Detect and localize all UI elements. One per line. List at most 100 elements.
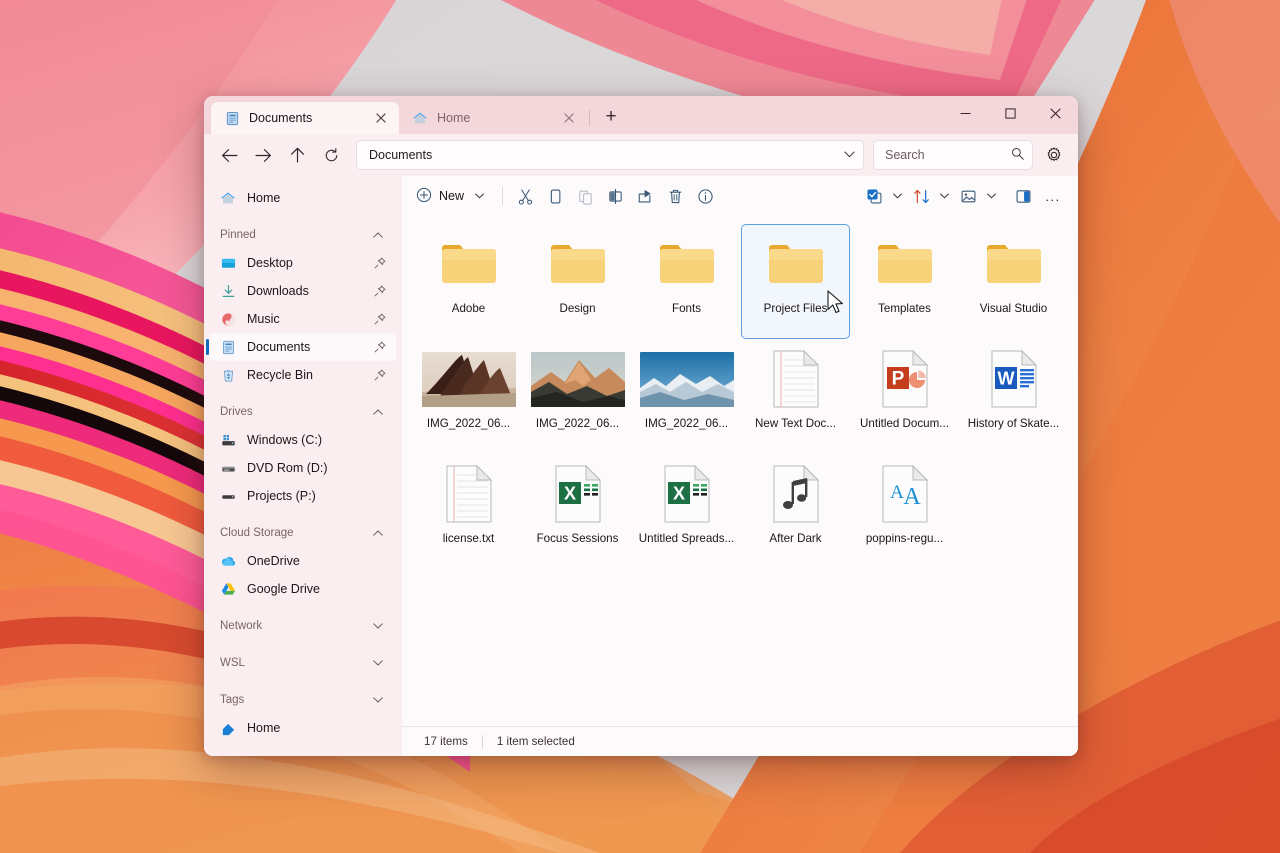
file-label: Untitled Docum... (860, 417, 949, 430)
file-tile-fonts[interactable]: Fonts (632, 224, 741, 339)
tab-close-icon[interactable] (369, 106, 393, 130)
up-button[interactable] (282, 140, 312, 170)
file-tile-poppins-regular[interactable]: A A poppins-regu... (850, 454, 959, 569)
refresh-button[interactable] (316, 140, 346, 170)
chevron-down-icon[interactable] (368, 660, 388, 666)
more-options-button[interactable]: ... (1038, 182, 1068, 210)
paste-button[interactable] (570, 182, 600, 210)
file-tile-templates[interactable]: Templates (850, 224, 959, 339)
sidebar-item-desktop[interactable]: Desktop (210, 249, 396, 277)
window-controls (943, 96, 1078, 134)
back-button[interactable] (214, 140, 244, 170)
file-tile-untitled-document[interactable]: P Untitled Docum... (850, 339, 959, 454)
settings-gear-icon[interactable] (1039, 140, 1069, 170)
music-icon (220, 311, 236, 327)
file-tile-focus-sessions[interactable]: X Focus Sessions (523, 454, 632, 569)
file-tile-img-3[interactable]: IMG_2022_06... (632, 339, 741, 454)
file-label: Templates (878, 302, 931, 315)
select-split-button[interactable] (859, 182, 906, 210)
sidebar-item-projects-p[interactable]: Projects (P:) (210, 482, 396, 510)
share-button[interactable] (630, 182, 660, 210)
file-tile-img-1[interactable]: IMG_2022_06... (414, 339, 523, 454)
sidebar-item-recycle-bin[interactable]: Recycle Bin (210, 361, 396, 389)
delete-button[interactable] (660, 182, 690, 210)
svg-text:A: A (903, 484, 921, 510)
tab-close-icon[interactable] (557, 106, 581, 130)
sidebar-item-documents[interactable]: Documents (206, 333, 396, 361)
sidebar-item-dvd-rom-d[interactable]: DVD Rom (D:) (210, 454, 396, 482)
chevron-down-icon[interactable] (889, 182, 906, 210)
select-all-icon[interactable] (859, 182, 889, 210)
chevron-up-icon[interactable] (368, 530, 388, 536)
chevron-down-icon[interactable] (368, 697, 388, 703)
chevron-up-icon[interactable] (368, 232, 388, 238)
file-tile-untitled-spreadsheet[interactable]: X Untitled Spreads... (632, 454, 741, 569)
sidebar-item-onedrive[interactable]: OneDrive (210, 547, 396, 575)
file-tile-new-text-document[interactable]: New Text Doc... (741, 339, 850, 454)
new-button[interactable]: New (410, 182, 495, 210)
copy-button[interactable] (540, 182, 570, 210)
path-text: Documents (369, 148, 433, 162)
sidebar-item-downloads[interactable]: Downloads (210, 277, 396, 305)
pin-icon[interactable] (372, 257, 388, 269)
sidebar-item-music[interactable]: Music (210, 305, 396, 333)
tab-home[interactable]: Home (399, 102, 587, 134)
chevron-down-icon[interactable] (368, 623, 388, 629)
sidebar-section-tags[interactable]: Tags (210, 686, 396, 714)
folder-icon (874, 233, 936, 295)
pin-icon[interactable] (372, 369, 388, 381)
address-bar: Documents Search (204, 134, 1078, 176)
file-tile-img-2[interactable]: IMG_2022_06... (523, 339, 632, 454)
file-tile-history-of-skateboarding[interactable]: W History of Skate... (959, 339, 1068, 454)
forward-button[interactable] (248, 140, 278, 170)
sidebar-item-windows-c[interactable]: Windows (C:) (210, 426, 396, 454)
file-tile-design[interactable]: Design (523, 224, 632, 339)
pin-icon[interactable] (372, 285, 388, 297)
chevron-down-icon[interactable] (844, 150, 855, 161)
path-breadcrumb-input[interactable]: Documents (356, 140, 864, 170)
sort-icon[interactable] (906, 182, 936, 210)
chevron-down-icon[interactable] (471, 182, 488, 210)
minimize-button[interactable] (943, 96, 988, 130)
file-label: Focus Sessions (536, 532, 619, 545)
folder-icon (547, 233, 609, 295)
new-tab-button[interactable]: + (596, 101, 626, 131)
properties-button[interactable] (690, 182, 720, 210)
file-tile-adobe[interactable]: Adobe (414, 224, 523, 339)
pin-icon[interactable] (372, 313, 388, 325)
cut-button[interactable] (510, 182, 540, 210)
chevron-down-icon[interactable] (983, 182, 1000, 210)
file-tile-project-files[interactable]: Project Files (741, 224, 850, 339)
chevron-up-icon[interactable] (368, 409, 388, 415)
sidebar-section-wsl[interactable]: WSL (210, 649, 396, 677)
sidebar-item-home[interactable]: Home (210, 184, 396, 212)
chevron-down-icon[interactable] (936, 182, 953, 210)
sidebar-item-label: Documents (247, 340, 311, 354)
file-tile-visual-studio[interactable]: Visual Studio (959, 224, 1068, 339)
drive-icon (220, 488, 236, 504)
close-button[interactable] (1033, 96, 1078, 130)
dvd-drive-icon (220, 460, 236, 476)
sort-split-button[interactable] (906, 182, 953, 210)
rename-button[interactable] (600, 182, 630, 210)
sidebar-section-cloud-storage[interactable]: Cloud Storage (210, 519, 396, 547)
file-label: After Dark (769, 532, 822, 545)
pin-icon[interactable] (372, 341, 388, 353)
sidebar-section-drives[interactable]: Drives (210, 398, 396, 426)
windows-drive-icon (220, 432, 236, 448)
file-tile-after-dark[interactable]: After Dark (741, 454, 850, 569)
sidebar-section-pinned[interactable]: Pinned (210, 221, 396, 249)
search-input[interactable]: Search (873, 140, 1033, 170)
maximize-button[interactable] (988, 96, 1033, 130)
sidebar-section-network[interactable]: Network (210, 612, 396, 640)
sidebar-item-google-drive[interactable]: Google Drive (210, 575, 396, 603)
tab-documents[interactable]: Documents (211, 102, 399, 134)
view-icon[interactable] (953, 182, 983, 210)
file-label: poppins-regu... (865, 532, 944, 545)
file-label: Untitled Spreads... (638, 532, 735, 545)
file-tile-license-txt[interactable]: license.txt (414, 454, 523, 569)
details-pane-button[interactable] (1008, 182, 1038, 210)
file-label: Fonts (672, 302, 701, 315)
sidebar-item-tag-home[interactable]: Home (210, 714, 396, 742)
view-split-button[interactable] (953, 182, 1000, 210)
